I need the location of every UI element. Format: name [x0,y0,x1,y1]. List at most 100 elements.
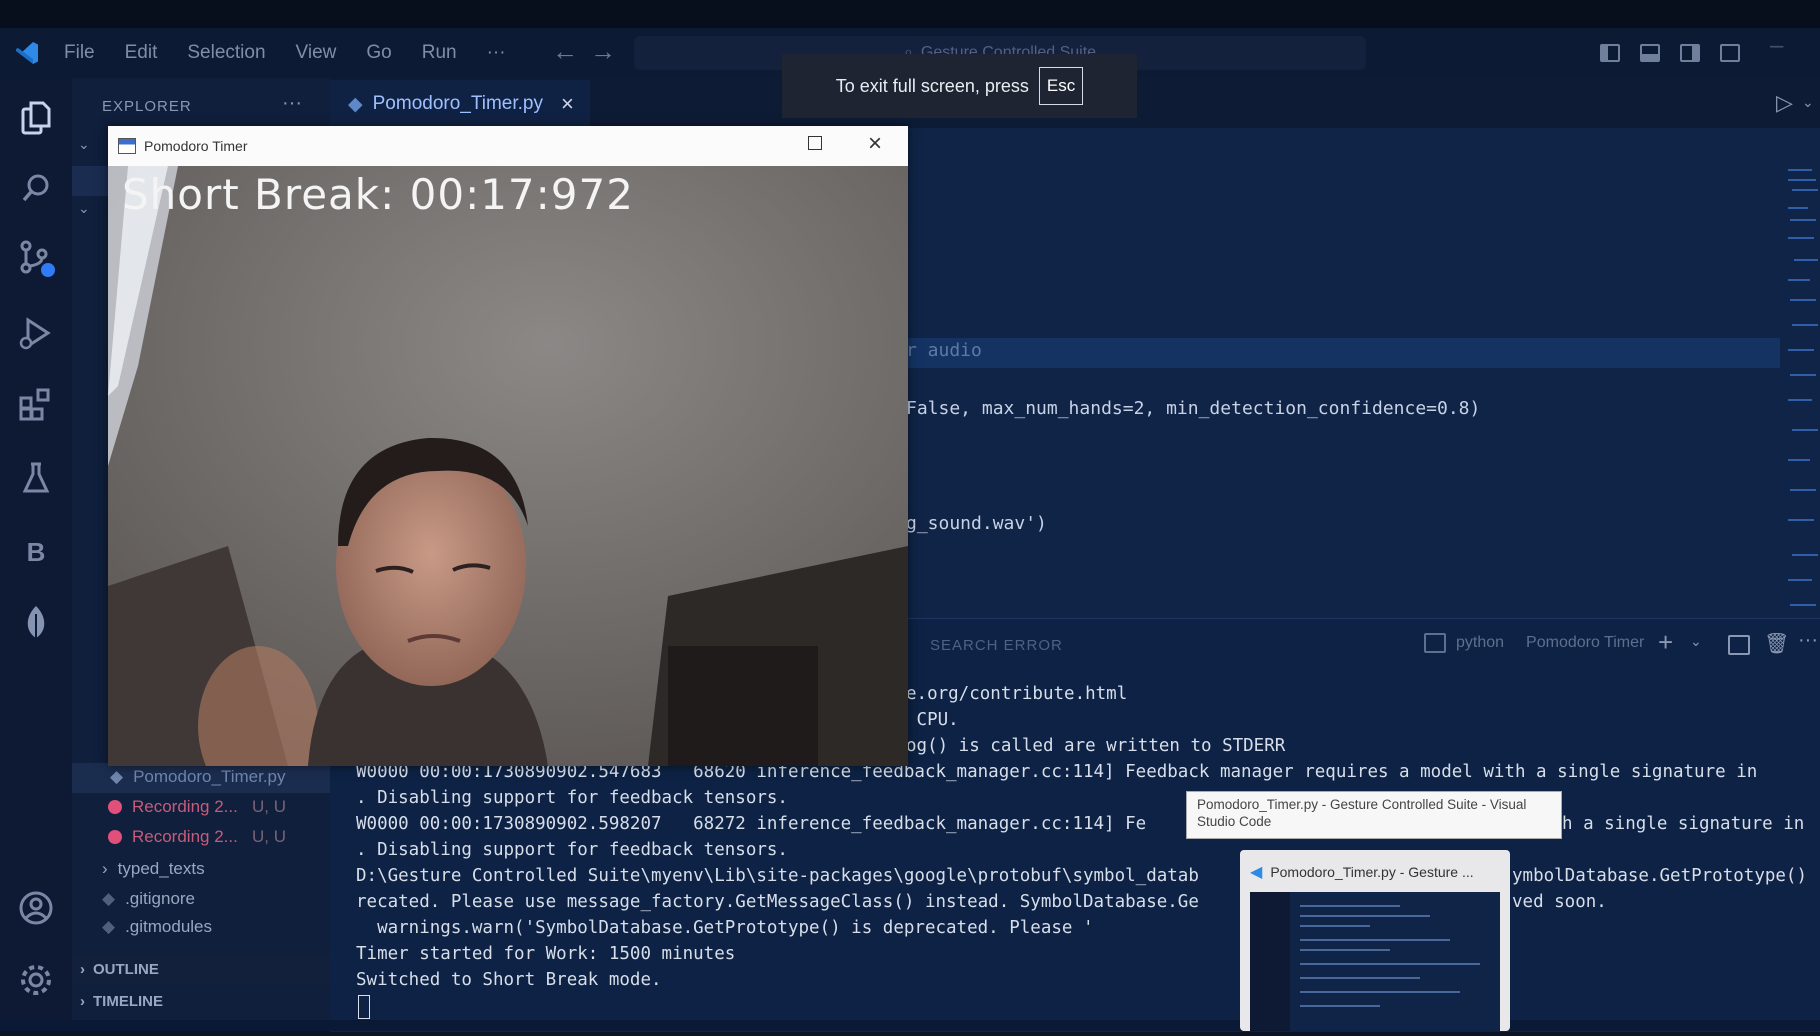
split-terminal-icon[interactable] [1728,635,1750,655]
menu-edit[interactable]: Edit [125,42,158,64]
terminal-line: og() is called are written to STDERR [906,736,1286,756]
outline-section[interactable]: › OUTLINE [72,954,330,984]
explorer-icon[interactable] [0,88,72,148]
file-item[interactable]: ◆ .gitignore [102,889,195,909]
file-status: U, U [252,797,286,816]
account-icon[interactable] [0,878,72,938]
menu-go[interactable]: Go [366,42,391,64]
chevron-down-icon[interactable]: ⌄ [78,200,90,217]
toggle-panel-icon[interactable] [1640,44,1660,62]
more-actions-icon[interactable]: ··· [1798,629,1818,652]
chevron-right-icon: › [102,859,108,878]
folder-name: typed_texts [117,859,205,878]
menu-file[interactable]: File [64,42,95,64]
toggle-sidebar-icon[interactable] [1600,44,1620,62]
search-icon[interactable] [0,158,72,218]
file-status: U, U [252,827,286,846]
file-name: Recording 2... [132,827,238,846]
explorer-title: EXPLORER [102,98,192,115]
chevron-right-icon: › [80,960,85,978]
terminal-line: Switched to Short Break mode. [356,970,662,990]
file-item[interactable]: Recording 2... U, U [108,827,286,847]
terminal-line: CPU. [906,710,959,730]
terminal-line: . Disabling support for feedback tensors… [356,788,788,808]
current-line-highlight [905,338,1780,368]
camera-window-title: Pomodoro Timer [144,138,248,154]
terminal-icon [1424,633,1446,653]
layout-controls [1600,44,1740,62]
webcam-feed: Short Break: 00:17:972 [108,166,908,766]
file-name: Recording 2... [132,797,238,816]
preview-thumbnail [1250,892,1500,1031]
code-line: g_sound.wav') [906,513,1047,534]
taskbar-tooltip: Pomodoro_Timer.py - Gesture Controlled S… [1186,791,1562,839]
source-control-icon[interactable] [0,228,72,288]
menu-more[interactable]: ··· [487,42,506,64]
shell-label: python [1456,634,1505,651]
file-item[interactable]: ◆ Pomodoro_Timer.py [110,767,286,787]
menu-run[interactable]: Run [422,42,457,64]
customize-layout-icon[interactable] [1720,44,1740,62]
close-icon[interactable]: × [868,130,882,158]
settings-gear-icon[interactable] [0,950,72,1010]
terminal-cursor [358,995,370,1019]
explorer-more-button[interactable]: ··· [282,92,302,115]
chevron-down-icon[interactable]: ⌄ [78,136,90,153]
chevron-down-icon[interactable]: ⌄ [1802,94,1814,111]
file-name: .gitmodules [125,917,213,936]
folder-item[interactable]: › typed_texts [102,859,205,879]
app-window-icon [118,138,136,154]
terminal-line: recated. Please use message_factory.GetM… [356,892,1199,912]
back-arrow-icon[interactable]: ← [552,36,578,67]
terminal-selector[interactable]: python Pomodoro Timer [1424,633,1644,653]
menu-view[interactable]: View [296,42,337,64]
minimize-icon[interactable]: – [1770,32,1783,60]
timer-display: Short Break: 00:17:972 [122,170,634,219]
outline-label: OUTLINE [93,960,159,978]
taskbar-window-preview[interactable]: ◀ Pomodoro_Timer.py - Gesture ... [1240,850,1510,1031]
run-debug-icon[interactable] [0,303,72,363]
file-name: Pomodoro_Timer.py [133,767,286,786]
trash-icon[interactable]: 🗑 [1764,631,1789,656]
git-file-icon: ◆ [102,889,116,908]
terminal-name: Pomodoro Timer [1526,634,1645,651]
vscode-logo-icon: ◀ [1250,864,1263,881]
python-file-icon: ◆ [110,767,124,786]
recording-file-icon [108,830,122,844]
vscode-logo-icon [14,40,40,66]
tab-label: Pomodoro_Timer.py [372,93,543,114]
camera-window-titlebar[interactable]: Pomodoro Timer × [108,126,908,166]
tab-search-error[interactable]: SEARCH ERROR [930,637,1063,654]
tab-pomodoro-timer[interactable]: ◆ Pomodoro_Timer.py × [330,80,590,128]
leaf-extension-icon[interactable] [0,593,72,653]
chevron-down-icon[interactable]: ⌄ [1690,633,1702,650]
forward-arrow-icon[interactable]: → [590,36,616,67]
menu-selection[interactable]: Selection [187,42,265,64]
esc-key-hint: Esc [1038,67,1084,105]
terminal-line: . Disabling support for feedback tensors… [356,840,788,860]
timeline-section[interactable]: › TIMELINE [72,986,330,1016]
selected-row [72,166,112,196]
extensions-icon[interactable] [0,374,72,434]
timeline-label: TIMELINE [93,992,163,1010]
terminal-line: warnings.warn('SymbolDatabase.GetPrototy… [356,918,1094,938]
b-extension-icon[interactable]: B [0,522,72,582]
preview-header: ◀ Pomodoro_Timer.py - Gesture ... [1250,862,1474,882]
file-item[interactable]: ◆ .gitmodules [102,917,212,937]
file-name: .gitignore [125,889,196,908]
maximize-icon[interactable] [808,136,822,150]
new-terminal-plus-icon[interactable]: + [1658,627,1673,658]
terminal-line-fragment: ymbolDatabase.GetPrototype() [1512,866,1808,886]
close-icon[interactable]: × [561,91,574,117]
testing-flask-icon[interactable] [0,448,72,508]
minimap[interactable] [1786,160,1820,620]
fullscreen-exit-toast: To exit full screen, press Esc [782,54,1137,118]
preview-title: Pomodoro_Timer.py - Gesture ... [1270,864,1474,880]
toggle-secondary-sidebar-icon[interactable] [1680,44,1700,62]
chevron-right-icon: › [80,992,85,1010]
recording-file-icon [108,800,122,814]
run-file-icon[interactable]: ▷ [1776,90,1793,116]
pomodoro-camera-window[interactable]: Pomodoro Timer × Short Break: 00:17:972 [108,126,908,766]
file-item[interactable]: Recording 2... U, U [108,797,286,817]
python-file-icon: ◆ [348,93,363,115]
